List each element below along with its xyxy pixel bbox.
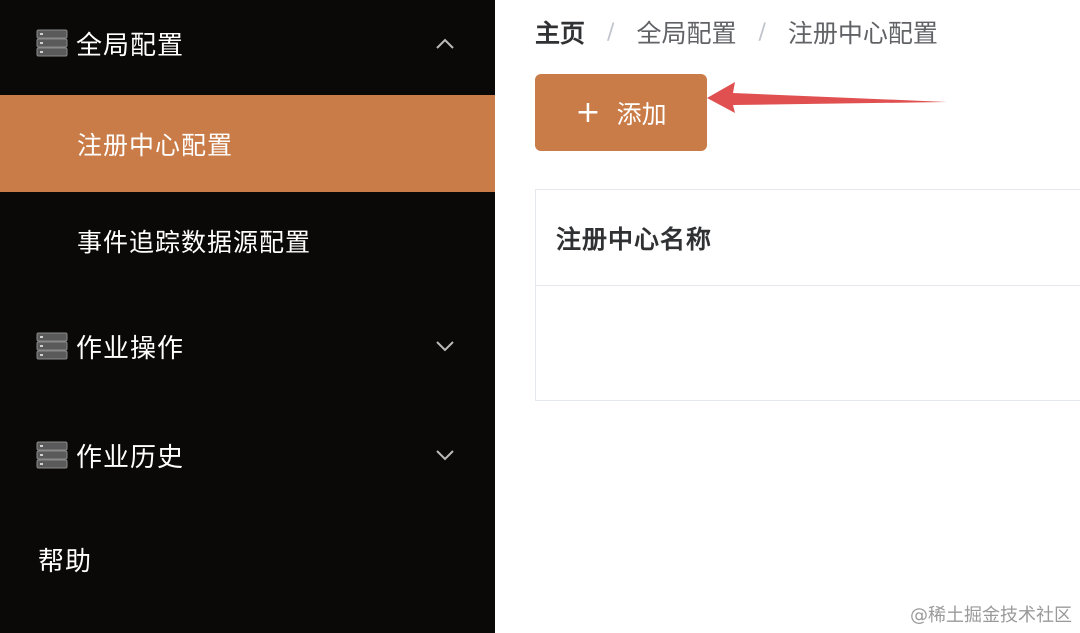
main-content: 主页 / 全局配置 / 注册中心配置 + 添加 注册中心名称 @稀土掘金技术社区: [495, 0, 1080, 633]
table-header: 注册中心名称: [536, 190, 1080, 286]
sidebar-item-event-trace-datasource-config[interactable]: 事件追踪数据源配置: [0, 192, 495, 289]
plus-icon: +: [575, 94, 601, 130]
chevron-down-icon: [436, 341, 454, 352]
sidebar-item-registry-center-config[interactable]: 注册中心配置: [0, 95, 495, 192]
sidebar-group-job-operation[interactable]: 作业操作: [0, 311, 495, 381]
breadcrumb: 主页 / 全局配置 / 注册中心配置: [535, 12, 938, 52]
chevron-up-icon: [436, 38, 454, 49]
red-arrow-annotation: [707, 82, 947, 113]
breadcrumb-global-config: 全局配置: [636, 19, 737, 48]
column-header-registry-center-name: 注册中心名称: [556, 224, 713, 254]
server-icon: [36, 29, 68, 57]
breadcrumb-separator: /: [607, 19, 615, 45]
breadcrumb-separator: /: [758, 19, 766, 45]
sidebar-item-help[interactable]: 帮助: [38, 541, 92, 578]
sidebar-group-global-config[interactable]: 全局配置: [0, 8, 495, 78]
sidebar-group-label: 全局配置: [76, 30, 185, 61]
sidebar-group-label: 作业历史: [76, 442, 185, 473]
server-icon: [36, 441, 68, 469]
sidebar-group-job-history[interactable]: 作业历史: [0, 420, 495, 490]
sidebar-item-label: 注册中心配置: [77, 130, 234, 160]
table-body: [536, 286, 1080, 400]
watermark: @稀土掘金技术社区: [910, 605, 1072, 626]
breadcrumb-registry-center-config: 注册中心配置: [787, 19, 938, 48]
add-button-label: 添加: [616, 99, 667, 129]
sidebar-item-label: 事件追踪数据源配置: [77, 227, 312, 257]
chevron-down-icon: [436, 450, 454, 461]
sidebar-group-label: 作业操作: [76, 333, 185, 364]
registry-center-table: 注册中心名称: [535, 189, 1080, 401]
breadcrumb-home[interactable]: 主页: [535, 14, 585, 50]
sidebar: 全局配置 注册中心配置 事件追踪数据源配置 作业操作 作业历史 帮助: [0, 0, 495, 633]
add-button[interactable]: + 添加: [535, 74, 707, 151]
server-icon: [36, 332, 68, 360]
